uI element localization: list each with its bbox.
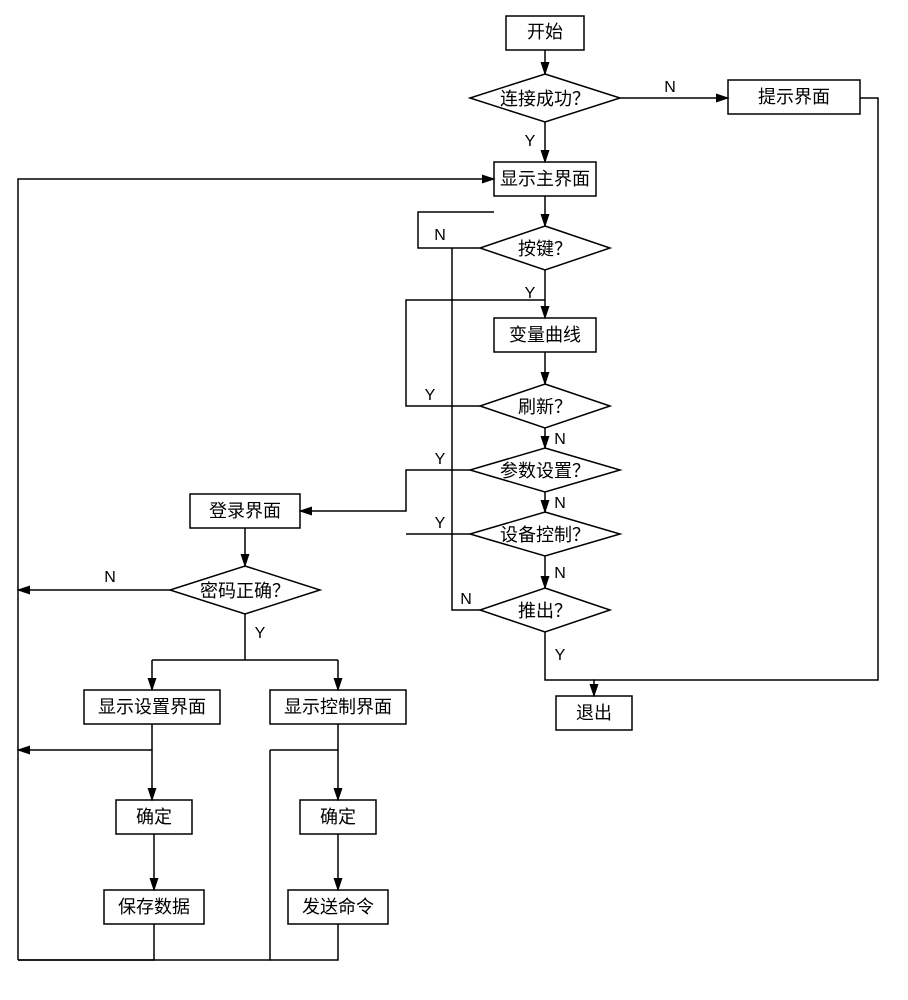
lbl-refresh-n: N bbox=[554, 431, 566, 448]
edge-ctrlui-branch bbox=[270, 724, 338, 750]
lbl-pw-n: N bbox=[104, 569, 116, 586]
label-main-ui: 显示主界面 bbox=[500, 169, 590, 189]
lbl-exitq-n: N bbox=[460, 591, 472, 608]
label-key-press: 按键？ bbox=[518, 239, 572, 259]
label-exit: 退出 bbox=[576, 703, 612, 723]
label-var-curve: 变量曲线 bbox=[509, 325, 581, 345]
label-confirm2: 确定 bbox=[320, 807, 356, 827]
edge-exitq-n bbox=[452, 248, 480, 610]
label-prompt-ui: 提示界面 bbox=[758, 87, 830, 107]
label-show-ctrl-ui: 显示控制界面 bbox=[284, 697, 392, 717]
edge-param-y bbox=[300, 470, 470, 511]
label-connect-ok: 连接成功？ bbox=[500, 89, 590, 109]
edge-ctrlui-leftbus bbox=[18, 750, 270, 960]
label-login-ui: 登录界面 bbox=[209, 501, 281, 521]
label-pw-ok: 密码正确？ bbox=[200, 581, 290, 601]
label-send-cmd: 发送命令 bbox=[302, 897, 374, 917]
edge-exitq-y bbox=[545, 632, 594, 680]
lbl-key-n: N bbox=[434, 227, 446, 244]
lbl-exitq-y: Y bbox=[555, 647, 566, 664]
lbl-connect-y: Y bbox=[525, 133, 536, 150]
edge-setui-left bbox=[18, 724, 152, 750]
label-refresh: 刷新？ bbox=[518, 397, 572, 417]
lbl-refresh-y: Y bbox=[425, 387, 436, 404]
label-show-set-ui: 显示设置界面 bbox=[98, 697, 206, 717]
edge-save-leftbus bbox=[18, 924, 154, 960]
lbl-dev-n: N bbox=[554, 565, 566, 582]
label-param-set: 参数设置？ bbox=[500, 461, 590, 481]
label-dev-ctrl: 设备控制？ bbox=[500, 525, 590, 545]
edge-key-n bbox=[418, 212, 494, 248]
lbl-dev-y: Y bbox=[435, 515, 446, 532]
lbl-connect-n: N bbox=[664, 79, 676, 96]
edge-send-leftbus bbox=[270, 924, 338, 960]
edge-prompt-exit bbox=[594, 98, 878, 696]
label-confirm1: 确定 bbox=[136, 807, 172, 827]
label-save-data: 保存数据 bbox=[118, 897, 190, 917]
label-start: 开始 bbox=[527, 22, 563, 42]
lbl-pw-y: Y bbox=[255, 625, 266, 642]
lbl-param-n: N bbox=[554, 495, 566, 512]
label-exit-q: 推出？ bbox=[518, 601, 572, 621]
lbl-param-y: Y bbox=[435, 451, 446, 468]
